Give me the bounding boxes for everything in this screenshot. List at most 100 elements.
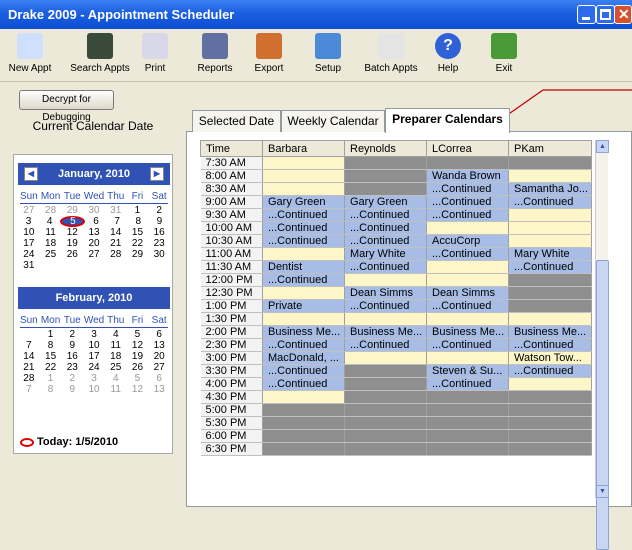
calendar-day[interactable]: 21 bbox=[18, 362, 40, 373]
appointment-cell[interactable] bbox=[508, 403, 592, 417]
appointment-cell[interactable] bbox=[344, 351, 427, 365]
calendar-day[interactable]: 22 bbox=[127, 238, 149, 249]
appointment-cell[interactable] bbox=[508, 234, 592, 248]
appointment-cell[interactable]: Dentist bbox=[262, 260, 345, 274]
calendar-day[interactable]: 29 bbox=[61, 205, 83, 216]
appointment-cell[interactable] bbox=[508, 273, 592, 287]
appointment-cell[interactable]: ...Continued bbox=[426, 377, 509, 391]
calendar-day[interactable]: 8 bbox=[40, 340, 62, 351]
calendar-day[interactable]: 8 bbox=[40, 384, 62, 395]
appointment-cell[interactable] bbox=[344, 182, 427, 196]
calendar-day[interactable] bbox=[40, 260, 62, 271]
appointment-cell[interactable]: Business Me... bbox=[344, 325, 427, 339]
calendar-day[interactable] bbox=[127, 260, 149, 271]
appointment-cell[interactable]: Watson Tow... bbox=[508, 351, 592, 365]
appointment-cell[interactable] bbox=[344, 156, 427, 170]
appointment-cell[interactable]: Mary White bbox=[508, 247, 592, 261]
appointment-cell[interactable] bbox=[262, 312, 345, 326]
appointment-cell[interactable] bbox=[508, 312, 592, 326]
appointment-cell[interactable] bbox=[344, 273, 427, 287]
toolbar-exit-button[interactable]: Exit bbox=[486, 33, 522, 81]
calendar-day[interactable]: 14 bbox=[105, 227, 127, 238]
calendar-day[interactable]: 1 bbox=[127, 205, 149, 216]
calendar-day[interactable]: 7 bbox=[107, 216, 128, 227]
appointment-cell[interactable] bbox=[262, 247, 345, 261]
tab-weekly-calendar[interactable]: Weekly Calendar bbox=[281, 110, 385, 132]
calendar-day[interactable] bbox=[148, 260, 170, 271]
calendar-day[interactable]: 9 bbox=[149, 216, 170, 227]
appointment-cell[interactable] bbox=[426, 390, 509, 404]
appointment-cell[interactable] bbox=[508, 442, 592, 456]
calendar-day[interactable]: 16 bbox=[61, 351, 83, 362]
calendar-day[interactable] bbox=[61, 260, 83, 271]
appointment-cell[interactable]: AccuCorp bbox=[426, 234, 509, 248]
appointment-cell[interactable] bbox=[426, 312, 509, 326]
appointment-cell[interactable]: ...Continued bbox=[262, 273, 345, 287]
appointment-cell[interactable] bbox=[262, 403, 345, 417]
calendar-day[interactable]: 24 bbox=[83, 362, 105, 373]
calendar-day[interactable]: 14 bbox=[18, 351, 40, 362]
appointment-cell[interactable]: Business Me... bbox=[508, 325, 592, 339]
appointment-cell[interactable]: Wanda Brown bbox=[426, 169, 509, 183]
calendar-day[interactable]: 18 bbox=[105, 351, 127, 362]
scroll-down-button[interactable]: ▼ bbox=[596, 485, 609, 498]
calendar-day[interactable]: 19 bbox=[61, 238, 83, 249]
toolbar-help-button[interactable]: ? Help bbox=[428, 33, 468, 81]
calendar-day[interactable]: 20 bbox=[83, 238, 105, 249]
calendar-day[interactable]: 28 bbox=[40, 205, 62, 216]
calendar-day[interactable]: 9 bbox=[61, 384, 83, 395]
appointment-cell[interactable]: Gary Green bbox=[344, 195, 427, 209]
calendar-day[interactable]: 10 bbox=[83, 384, 105, 395]
appointment-cell[interactable] bbox=[262, 442, 345, 456]
appointment-cell[interactable] bbox=[262, 416, 345, 430]
calendar-day[interactable]: 3 bbox=[18, 216, 39, 227]
appointment-cell[interactable]: ...Continued bbox=[262, 338, 345, 352]
appointment-cell[interactable] bbox=[426, 351, 509, 365]
appointment-cell[interactable]: ...Continued bbox=[426, 299, 509, 313]
appointment-cell[interactable] bbox=[426, 260, 509, 274]
calendar-day[interactable]: 15 bbox=[40, 351, 62, 362]
calendar-day[interactable]: 1 bbox=[40, 329, 62, 340]
appointment-cell[interactable]: Mary White bbox=[344, 247, 427, 261]
appointment-cell[interactable]: ...Continued bbox=[262, 234, 345, 248]
calendar-day[interactable]: 5 bbox=[127, 373, 149, 384]
appointment-cell[interactable]: Steven & Su... bbox=[426, 364, 509, 378]
calendar-day[interactable]: 27 bbox=[83, 249, 105, 260]
calendar-day[interactable]: 16 bbox=[148, 227, 170, 238]
appointment-cell[interactable]: ...Continued bbox=[262, 221, 345, 235]
appointment-cell[interactable]: ...Continued bbox=[344, 260, 427, 274]
calendar-day[interactable]: 25 bbox=[105, 362, 127, 373]
scroll-up-button[interactable]: ▲ bbox=[596, 140, 609, 153]
appointment-cell[interactable]: ...Continued bbox=[262, 208, 345, 222]
calendar-day[interactable]: 6 bbox=[148, 329, 170, 340]
calendar-day[interactable]: 17 bbox=[18, 238, 40, 249]
appointment-cell[interactable] bbox=[508, 390, 592, 404]
calendar-day[interactable] bbox=[105, 260, 127, 271]
appointment-cell[interactable]: Gary Green bbox=[262, 195, 345, 209]
calendar-day[interactable]: 30 bbox=[148, 249, 170, 260]
calendar-day[interactable]: 18 bbox=[40, 238, 62, 249]
appointment-cell[interactable]: ...Continued bbox=[426, 338, 509, 352]
calendar-day[interactable]: 10 bbox=[83, 340, 105, 351]
appointment-cell[interactable]: Samantha Jo... bbox=[508, 182, 592, 196]
appointment-cell[interactable]: ...Continued bbox=[508, 195, 592, 209]
appointment-cell[interactable] bbox=[426, 403, 509, 417]
toolbar-batch-appts-button[interactable]: Batch Appts bbox=[362, 33, 420, 81]
calendar-day[interactable]: 20 bbox=[148, 351, 170, 362]
next-month-button[interactable]: ▶ bbox=[150, 167, 164, 181]
appointment-cell[interactable] bbox=[426, 221, 509, 235]
calendar-day[interactable]: 26 bbox=[127, 362, 149, 373]
appointment-cell[interactable]: ...Continued bbox=[262, 377, 345, 391]
appointment-cell[interactable]: ...Continued bbox=[344, 234, 427, 248]
appointment-cell[interactable]: Dean Simms bbox=[426, 286, 509, 300]
appointment-cell[interactable]: ...Continued bbox=[426, 195, 509, 209]
appointment-cell[interactable] bbox=[344, 403, 427, 417]
appointment-cell[interactable]: ...Continued bbox=[344, 338, 427, 352]
appointment-cell[interactable] bbox=[508, 208, 592, 222]
calendar-day[interactable]: 13 bbox=[148, 384, 170, 395]
calendar-day[interactable]: 5 bbox=[60, 216, 86, 227]
appointment-cell[interactable] bbox=[508, 221, 592, 235]
calendar-day[interactable]: 7 bbox=[18, 384, 40, 395]
appointment-cell[interactable]: Business Me... bbox=[426, 325, 509, 339]
calendar-day[interactable]: 22 bbox=[40, 362, 62, 373]
